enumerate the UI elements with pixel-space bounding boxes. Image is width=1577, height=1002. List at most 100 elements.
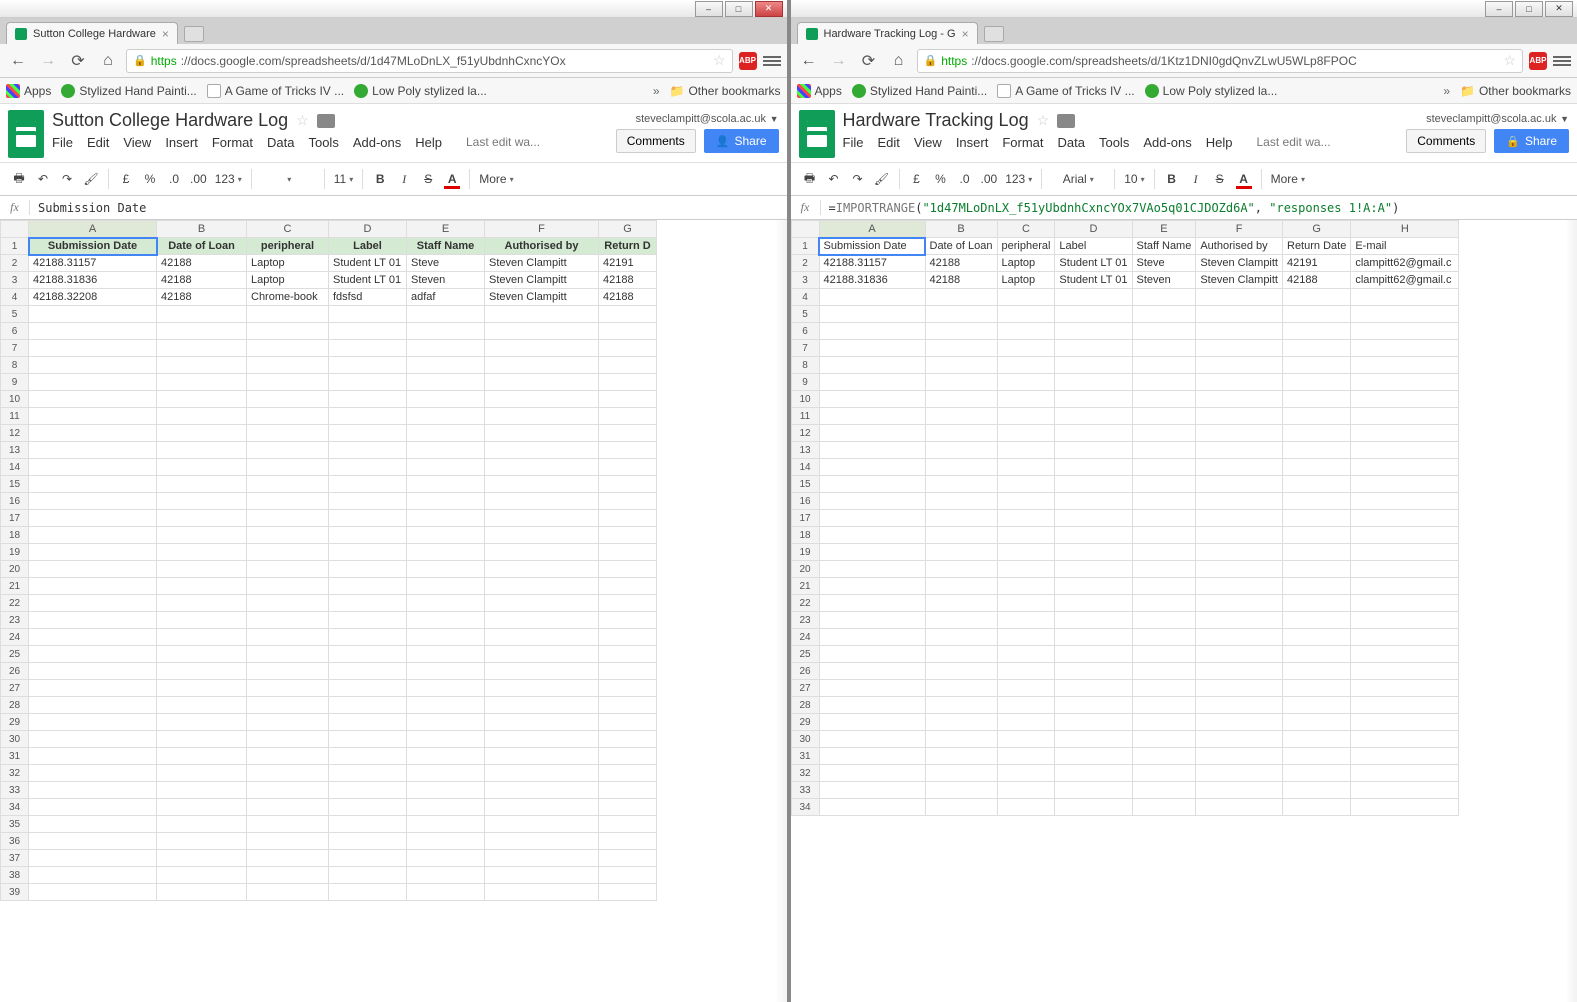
cell[interactable] — [997, 561, 1055, 578]
cell[interactable]: Laptop — [247, 255, 329, 272]
cell[interactable] — [997, 476, 1055, 493]
column-header[interactable]: F — [485, 221, 599, 238]
cell[interactable] — [485, 391, 599, 408]
cell[interactable] — [157, 680, 247, 697]
cell[interactable] — [157, 544, 247, 561]
cell[interactable] — [1283, 357, 1351, 374]
cell[interactable] — [819, 544, 925, 561]
row-header[interactable]: 24 — [1, 629, 29, 646]
cell[interactable]: 42188 — [1283, 272, 1351, 289]
cell[interactable] — [485, 340, 599, 357]
cell[interactable] — [599, 442, 657, 459]
cell[interactable] — [1132, 799, 1196, 816]
cell[interactable] — [925, 323, 997, 340]
cell[interactable] — [29, 629, 157, 646]
back-button[interactable]: ← — [797, 49, 821, 73]
cell[interactable] — [819, 306, 925, 323]
cell[interactable] — [925, 595, 997, 612]
cell[interactable] — [1351, 595, 1459, 612]
cell[interactable] — [1055, 748, 1132, 765]
cell[interactable] — [1283, 612, 1351, 629]
header-cell[interactable]: Submission Date — [29, 238, 157, 255]
cell[interactable] — [1351, 289, 1459, 306]
cell[interactable] — [1132, 646, 1196, 663]
cell[interactable] — [599, 799, 657, 816]
cell[interactable] — [407, 867, 485, 884]
cell[interactable] — [997, 493, 1055, 510]
cell[interactable] — [157, 799, 247, 816]
cell[interactable] — [329, 612, 407, 629]
cell[interactable] — [1132, 595, 1196, 612]
bookmark-apps[interactable]: Apps — [797, 84, 842, 98]
row-header[interactable]: 23 — [1, 612, 29, 629]
cell[interactable] — [599, 476, 657, 493]
row-header[interactable]: 17 — [791, 510, 819, 527]
cell[interactable] — [157, 816, 247, 833]
cell[interactable] — [1055, 425, 1132, 442]
cell[interactable] — [925, 374, 997, 391]
cell[interactable] — [29, 782, 157, 799]
row-header[interactable]: 10 — [1, 391, 29, 408]
spreadsheet-grid[interactable]: ABCDEFG1Submission DateDate of Loanperip… — [0, 220, 787, 1002]
cell[interactable] — [157, 782, 247, 799]
cell[interactable] — [1055, 527, 1132, 544]
row-header[interactable]: 29 — [791, 714, 819, 731]
text-color-button[interactable]: A — [441, 167, 463, 191]
cell[interactable] — [157, 765, 247, 782]
row-header[interactable]: 30 — [791, 731, 819, 748]
decimal-increase[interactable]: .00 — [978, 167, 1001, 191]
last-edit-text[interactable]: Last edit wa... — [466, 135, 540, 150]
cell[interactable] — [1196, 408, 1283, 425]
cell[interactable] — [157, 527, 247, 544]
cell[interactable] — [329, 306, 407, 323]
row-header[interactable]: 8 — [791, 357, 819, 374]
font-dropdown[interactable] — [258, 167, 318, 191]
cell[interactable] — [329, 731, 407, 748]
cell[interactable] — [997, 340, 1055, 357]
cell[interactable] — [1351, 731, 1459, 748]
cell[interactable] — [925, 459, 997, 476]
cell[interactable] — [1283, 510, 1351, 527]
cell[interactable] — [29, 680, 157, 697]
row-header[interactable]: 9 — [791, 374, 819, 391]
cell[interactable] — [485, 748, 599, 765]
cell[interactable] — [1351, 391, 1459, 408]
number-format-dropdown[interactable]: 123 — [212, 167, 245, 191]
row-header[interactable]: 3 — [791, 272, 819, 289]
cell[interactable] — [925, 799, 997, 816]
cell[interactable]: Steve — [1132, 255, 1196, 272]
cell[interactable] — [1351, 306, 1459, 323]
cell[interactable] — [819, 357, 925, 374]
cell[interactable] — [247, 884, 329, 901]
user-email[interactable]: steveclampitt@scola.ac.uk — [1426, 113, 1556, 125]
document-title[interactable]: Hardware Tracking Log — [843, 110, 1029, 131]
cell[interactable] — [1196, 714, 1283, 731]
cell[interactable] — [1283, 527, 1351, 544]
cell[interactable] — [1055, 289, 1132, 306]
adblock-icon[interactable]: ABP — [739, 52, 757, 70]
cell[interactable] — [407, 765, 485, 782]
row-header[interactable]: 28 — [1, 697, 29, 714]
cell[interactable] — [599, 680, 657, 697]
cell[interactable] — [29, 442, 157, 459]
cell[interactable] — [819, 663, 925, 680]
cell[interactable] — [29, 561, 157, 578]
row-header[interactable]: 33 — [1, 782, 29, 799]
cell[interactable]: 42188 — [599, 272, 657, 289]
cell[interactable] — [329, 629, 407, 646]
cell[interactable] — [1283, 782, 1351, 799]
cell[interactable] — [1283, 680, 1351, 697]
other-bookmarks[interactable]: 📁Other bookmarks — [1460, 84, 1571, 98]
header-cell[interactable]: peripheral — [997, 238, 1055, 255]
cell[interactable] — [247, 544, 329, 561]
cell[interactable]: 42188 — [925, 272, 997, 289]
cell[interactable] — [925, 663, 997, 680]
cell[interactable] — [925, 306, 997, 323]
cell[interactable]: Steven Clampitt — [1196, 272, 1283, 289]
cell[interactable] — [925, 697, 997, 714]
cell[interactable] — [997, 289, 1055, 306]
cell[interactable] — [29, 357, 157, 374]
row-header[interactable]: 25 — [1, 646, 29, 663]
cell[interactable]: Student LT 01 — [329, 272, 407, 289]
bookmark-tricks[interactable]: A Game of Tricks IV ... — [207, 84, 344, 98]
